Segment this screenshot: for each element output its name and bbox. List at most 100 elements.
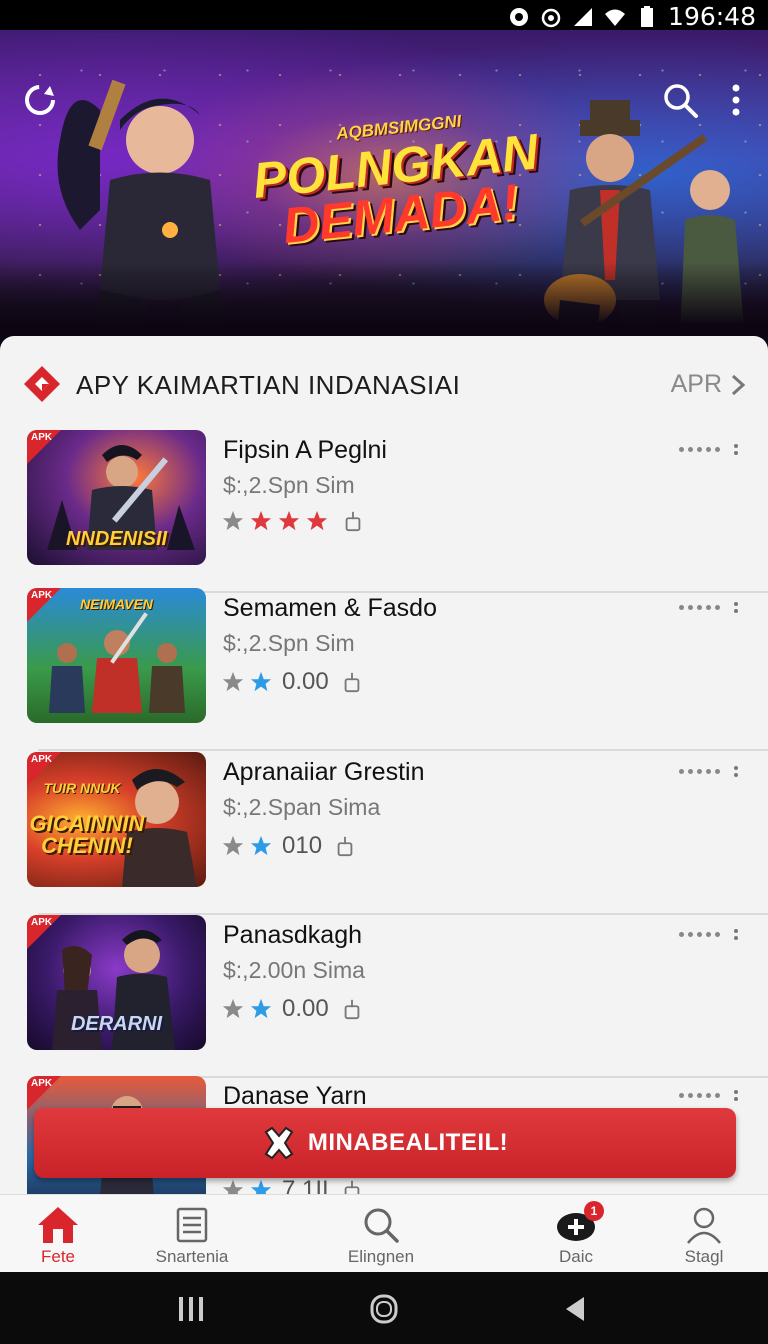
home-button-icon[interactable] bbox=[364, 1294, 404, 1324]
nav-item-games[interactable]: 1 Daic bbox=[516, 1201, 636, 1267]
chevron-right-icon bbox=[731, 374, 746, 395]
app-meta: 010 bbox=[222, 832, 356, 860]
app-more-menu[interactable] bbox=[679, 929, 738, 940]
promo-label: MINABEALITEIL! bbox=[307, 1129, 509, 1156]
star-icon bbox=[222, 671, 244, 692]
nav-item-profile[interactable]: Stagl bbox=[644, 1205, 764, 1267]
app-meta: 7.1II bbox=[222, 1176, 363, 1194]
notification-icon bbox=[510, 7, 529, 26]
alarm-icon bbox=[541, 8, 561, 27]
system-navigation-bar bbox=[0, 1272, 768, 1344]
search-icon bbox=[364, 1208, 399, 1243]
clock: 196:48 bbox=[668, 2, 756, 31]
nav-label: Fete bbox=[40, 1247, 76, 1266]
app-more-menu[interactable] bbox=[679, 444, 738, 455]
app-rating: 0.00 bbox=[282, 668, 329, 695]
section-more-label: APR bbox=[670, 370, 722, 398]
download-icon bbox=[344, 1180, 360, 1194]
download-icon bbox=[345, 511, 361, 532]
app-name: Panasdkagh bbox=[223, 921, 363, 949]
wifi-icon bbox=[605, 9, 626, 26]
star-icon bbox=[278, 510, 300, 531]
star-icon bbox=[250, 998, 272, 1019]
app-thumbnail[interactable]: APK NEIMAVEN bbox=[27, 588, 206, 723]
content-sheet: APY KAIMARTIAN INDANASIAI APR APK NNDENI… bbox=[0, 336, 768, 1194]
nav-label: Daic bbox=[558, 1247, 593, 1266]
star-icon bbox=[250, 835, 272, 856]
refresh-icon[interactable] bbox=[20, 80, 60, 120]
nav-icon-wrap: 1 bbox=[554, 1201, 604, 1245]
promo-banner-button[interactable]: MINABEALITEIL! bbox=[34, 1108, 736, 1178]
recent-apps-icon[interactable] bbox=[171, 1294, 211, 1324]
download-icon bbox=[337, 836, 353, 857]
search-icon[interactable] bbox=[660, 80, 700, 120]
download-icon bbox=[344, 672, 360, 693]
app-thumbnail-text: GICAINNIN CHENIN! bbox=[29, 811, 145, 858]
app-more-menu[interactable] bbox=[679, 1090, 738, 1101]
app-price: $:,2.Spn Sim bbox=[223, 630, 355, 656]
app-price: $:,2.Span Sima bbox=[223, 794, 381, 820]
app-list-item[interactable]: APK TUIR NNUK GICAINNIN CHENIN! Apranaii… bbox=[0, 752, 768, 915]
kebab-icon bbox=[734, 766, 738, 777]
kebab-icon bbox=[734, 929, 738, 940]
star-icon bbox=[250, 1179, 272, 1194]
app-price: $:,2.Spn Sim bbox=[223, 472, 355, 498]
divider bbox=[38, 749, 768, 751]
app-thumbnail[interactable]: APK DERARNI bbox=[27, 915, 206, 1050]
app-meta: 0.00 bbox=[222, 995, 363, 1023]
section-more-link[interactable]: APR bbox=[671, 370, 746, 399]
app-more-menu[interactable] bbox=[679, 766, 738, 777]
overflow-menu-icon[interactable] bbox=[716, 80, 756, 120]
bottom-navigation: Fete Snartenia Elingnen 1 Daic Stagl bbox=[0, 1194, 768, 1272]
app-thumbnail-text: NEIMAVEN bbox=[80, 596, 153, 612]
battery-icon bbox=[641, 5, 654, 27]
app-thumbnail[interactable]: APK TUIR NNUK GICAINNIN CHENIN! bbox=[27, 752, 206, 887]
back-icon[interactable] bbox=[556, 1294, 596, 1324]
app-list-item[interactable]: APK NNDENISII Fipsin A Peglni $:,2.Spn S… bbox=[0, 430, 768, 593]
app-thumbnail[interactable]: APK NNDENISII bbox=[27, 430, 206, 565]
nav-item-home[interactable]: Fete bbox=[0, 1205, 118, 1267]
home-icon bbox=[38, 1207, 78, 1243]
star-icon bbox=[250, 510, 272, 531]
app-meta bbox=[222, 510, 364, 532]
list-icon bbox=[176, 1207, 208, 1243]
app-list-item[interactable]: APK NEIMAVEN Semamen & Fasdo $:,2.Spn Si… bbox=[0, 588, 768, 751]
nav-label: Elingnen bbox=[347, 1247, 415, 1266]
app-thumbnail-text: DERARNI bbox=[70, 1013, 163, 1035]
close-badge-icon bbox=[264, 1126, 294, 1160]
signal-icon bbox=[574, 7, 593, 26]
section-header[interactable]: APY KAIMARTIAN INDANASIAI APR bbox=[0, 362, 768, 406]
app-thumbnail-subtext: TUIR NNUK bbox=[43, 780, 121, 796]
app-name: Apranaiiar Grestin bbox=[223, 758, 425, 786]
star-icon bbox=[250, 671, 272, 692]
status-bar: 196:48 bbox=[0, 0, 768, 31]
hero-banner[interactable]: AQBMSIMGGNI POLNGKAN DEMADA! bbox=[0, 30, 768, 352]
star-icon bbox=[222, 1179, 244, 1194]
nav-item-list[interactable]: Snartenia bbox=[132, 1205, 252, 1267]
nav-item-search[interactable]: Elingnen bbox=[321, 1205, 441, 1267]
app-more-menu[interactable] bbox=[679, 602, 738, 613]
app-rating: 0.00 bbox=[282, 995, 329, 1022]
star-icon bbox=[222, 835, 244, 856]
app-name: Fipsin A Peglni bbox=[223, 436, 387, 464]
download-icon bbox=[344, 999, 360, 1020]
star-icon bbox=[222, 510, 244, 531]
profile-icon bbox=[687, 1207, 721, 1244]
kebab-icon bbox=[734, 444, 738, 455]
nav-label: Stagl bbox=[684, 1247, 724, 1266]
section-title: APY KAIMARTIAN INDANASIAI bbox=[76, 370, 461, 400]
kebab-icon bbox=[734, 1090, 738, 1101]
store-logo-icon bbox=[24, 366, 60, 402]
app-thumbnail-text: NNDENISII bbox=[65, 528, 168, 550]
app-rating: 7.1II bbox=[282, 1176, 329, 1194]
app-list-item[interactable]: APK DERARNI Panasdkagh $:,2.00n Sima 0.0… bbox=[0, 915, 768, 1078]
app-name: Danase Yarn bbox=[223, 1082, 367, 1110]
app-price: $:,2.00n Sima bbox=[223, 957, 365, 983]
star-icon bbox=[306, 510, 328, 531]
app-meta: 0.00 bbox=[222, 668, 363, 696]
nav-label: Snartenia bbox=[155, 1247, 229, 1266]
kebab-icon bbox=[734, 602, 738, 613]
app-rating: 010 bbox=[282, 832, 323, 859]
app-name: Semamen & Fasdo bbox=[223, 594, 437, 622]
star-icon bbox=[222, 998, 244, 1019]
